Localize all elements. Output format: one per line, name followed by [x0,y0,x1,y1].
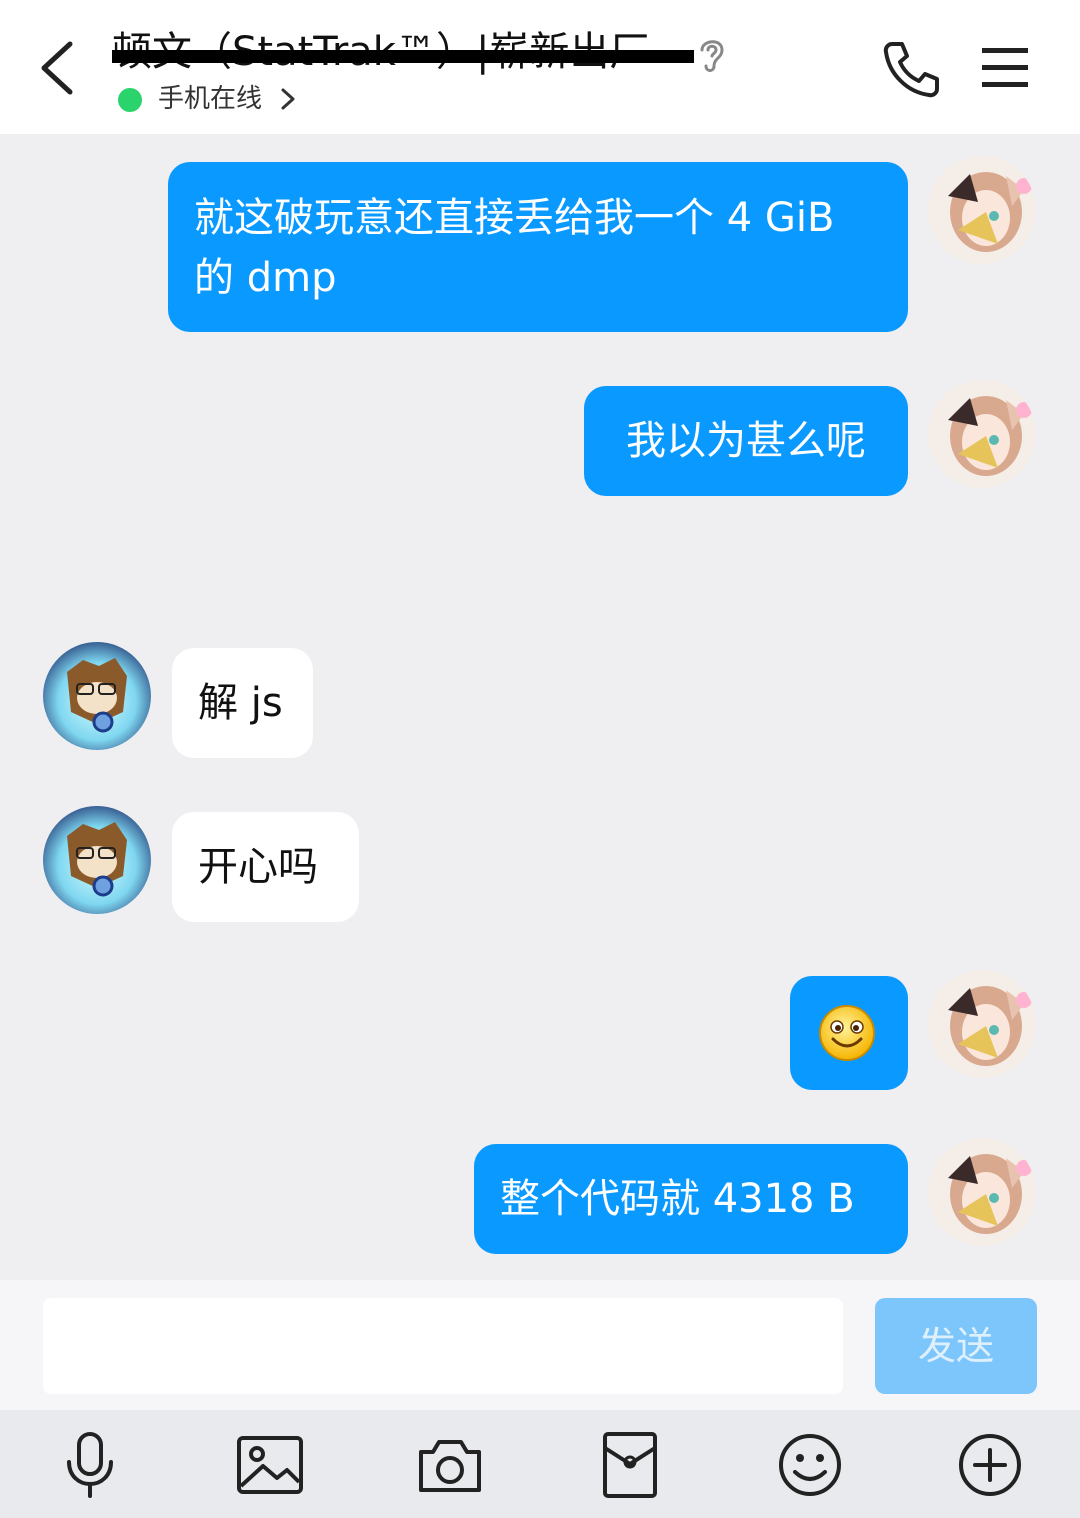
online-status-text: 手机在线 [158,84,263,114]
message-text: 解 js [198,680,283,726]
menu-icon[interactable] [980,46,1030,90]
avatar-self[interactable] [928,156,1036,264]
bottom-toolbar [0,1410,1080,1518]
redaction-bar [112,50,694,63]
avatar-contact[interactable] [43,642,151,750]
message-bubble-outgoing[interactable]: 就这破玩意还直接丢给我一个 4 GiB 的 dmp [168,162,908,332]
message-list[interactable]: 就这破玩意还直接丢给我一个 4 GiB 的 dmp 我以为甚么呢 解 js 开心… [0,134,1080,1280]
message-bubble-outgoing[interactable]: 整个代码就 4318 B [474,1144,908,1254]
message-text: 我以为甚么呢 [626,418,866,464]
image-icon[interactable] [235,1430,305,1500]
message-bubble-outgoing[interactable]: 我以为甚么呢 [584,386,908,496]
message-text: 就这破玩意还直接丢给我一个 4 GiB 的 dmp [194,195,835,301]
emoji-icon[interactable] [775,1430,845,1500]
chat-header: 顿文（StatTrak™）|崭新出厂 手机在线 [0,0,1080,134]
avatar-self[interactable] [928,380,1036,488]
chat-title[interactable]: 顿文（StatTrak™）|崭新出厂 [112,24,712,80]
message-bubble-incoming[interactable]: 解 js [172,648,313,758]
red-packet-icon[interactable] [595,1430,665,1500]
plus-icon[interactable] [955,1430,1025,1500]
smile-emoji [819,1005,875,1061]
avatar-contact[interactable] [43,806,151,914]
ear-icon [700,40,724,72]
send-button[interactable]: 发送 [875,1298,1037,1394]
composer: 发送 [0,1280,1080,1410]
online-status-dot [118,88,142,112]
message-input[interactable] [43,1298,843,1394]
message-bubble-outgoing[interactable] [790,976,908,1090]
chevron-right-icon[interactable] [278,86,298,112]
phone-icon[interactable] [880,38,942,98]
avatar-self[interactable] [928,1138,1036,1246]
back-arrow-icon[interactable] [30,36,90,100]
message-bubble-incoming[interactable]: 开心吗 [172,812,359,922]
message-text: 整个代码就 4318 B [500,1176,855,1222]
microphone-icon[interactable] [55,1430,125,1500]
camera-icon[interactable] [415,1430,485,1500]
message-text: 开心吗 [198,844,318,890]
avatar-self[interactable] [928,970,1036,1078]
